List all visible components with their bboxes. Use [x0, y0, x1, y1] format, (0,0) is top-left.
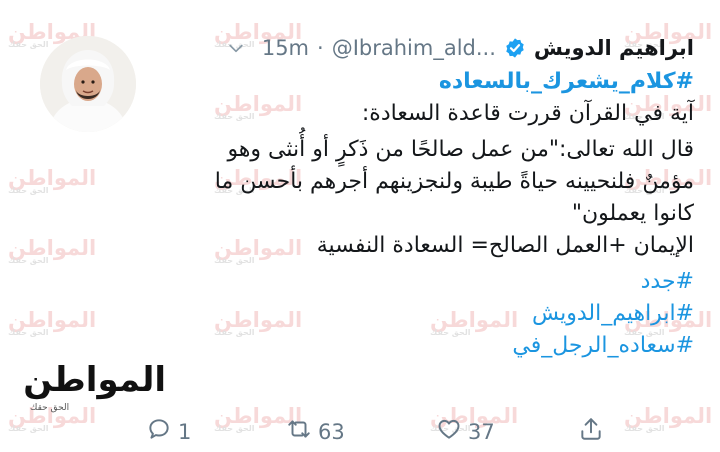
reply-button[interactable]: 1 — [146, 416, 191, 447]
chevron-down-icon[interactable] — [226, 38, 246, 58]
share-button[interactable] — [578, 416, 604, 447]
retweet-icon — [286, 416, 312, 447]
hashtag-link[interactable]: #كلام_يشعرك_بالسعاده — [174, 66, 694, 98]
brand-logo-tagline: الحق حقك — [30, 403, 70, 413]
reply-icon — [146, 416, 172, 447]
avatar[interactable] — [40, 36, 136, 132]
timestamp[interactable]: 15m — [262, 36, 309, 60]
heart-icon — [436, 416, 462, 447]
like-button[interactable]: 37 — [436, 416, 495, 447]
verified-badge-icon — [504, 37, 526, 59]
like-count: 37 — [468, 419, 495, 444]
tweet-card: ابراهيم الدويش @Ibrahim_ald... · 15m #كل… — [0, 0, 720, 452]
tweet-line: آية في القرآن قررت قاعدة السعادة: — [361, 101, 694, 126]
hashtag-link[interactable]: #جدد — [174, 266, 694, 298]
tweet-line: الإيمان +العمل الصالح= السعادة النفسية — [316, 233, 694, 258]
user-handle[interactable]: @Ibrahim_ald... — [332, 36, 496, 60]
separator-dot: · — [317, 36, 324, 60]
tweet-text: #كلام_يشعرك_بالسعاده آية في القرآن قررت … — [174, 66, 694, 362]
hashtag-link[interactable]: #سعاده_الرجل_في — [174, 330, 694, 362]
retweet-button[interactable]: 63 — [286, 416, 345, 447]
tweet-header: ابراهيم الدويش @Ibrahim_ald... · 15m — [226, 32, 694, 64]
tweet-actions: 1 63 37 — [136, 416, 616, 446]
brand-logo: المواطن الحق حقك — [23, 360, 166, 413]
display-name[interactable]: ابراهيم الدويش — [534, 36, 694, 60]
reply-count: 1 — [178, 419, 192, 444]
brand-logo-text: المواطن — [23, 360, 166, 400]
tweet-line: قال الله تعالى:"من عمل صالحًا من ذَكرٍ أ… — [227, 137, 694, 162]
tweet-line: مؤمنٌ فلنحيينه حياةً طيبة ولنجزينهم أجره… — [214, 169, 694, 194]
tweet-line: كانوا يعملون" — [571, 201, 694, 226]
retweet-count: 63 — [318, 419, 345, 444]
hashtag-link[interactable]: #ابراهيم_الدويش — [174, 298, 694, 330]
share-icon — [578, 416, 604, 447]
